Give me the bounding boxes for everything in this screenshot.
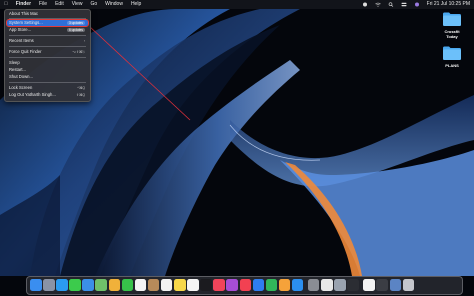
menu-item-system-settings[interactable]: System Settings... 3 updates (6, 19, 89, 27)
menu-item-lock-screen[interactable]: Lock Screen ^⌘Q (7, 85, 88, 91)
mail-icon[interactable] (82, 279, 94, 291)
updates-badge: 3 updates (66, 21, 85, 25)
menu-help[interactable]: Help (131, 0, 141, 9)
apple-menu-button[interactable]:  (4, 0, 8, 9)
photos-icon[interactable] (108, 279, 121, 291)
siri-icon[interactable] (414, 2, 420, 7)
activity-monitor-icon[interactable] (347, 279, 359, 291)
shortcut-label: ⌥⇧⌘⎋ (72, 50, 85, 54)
contacts-icon[interactable] (147, 279, 160, 291)
menu-item-sleep[interactable]: Sleep (7, 60, 88, 66)
folder-label: PLANS (445, 63, 459, 68)
document-icon[interactable] (363, 279, 375, 291)
music-icon[interactable] (213, 279, 225, 291)
menu-item-restart[interactable]: Restart... (7, 67, 88, 73)
notes-icon[interactable] (174, 279, 186, 291)
shortcut-label: ^⌘Q (77, 86, 85, 90)
dock (26, 276, 463, 295)
folder-icon (443, 46, 461, 60)
menu-item-app-store[interactable]: App Store... 6 updates (7, 27, 88, 33)
record-icon[interactable] (362, 2, 368, 7)
menu-item-shut-down[interactable]: Shut Down... (7, 74, 88, 80)
menu-item-force-quit[interactable]: Force Quit Finder ⌥⇧⌘⎋ (7, 49, 88, 55)
freeform-icon[interactable] (187, 279, 199, 291)
podcasts-icon[interactable] (226, 279, 238, 291)
finder-icon[interactable] (30, 279, 42, 291)
safari-icon[interactable] (56, 279, 68, 291)
reminders-icon[interactable] (160, 279, 173, 291)
chevron-right-icon: › (83, 39, 85, 43)
news-icon[interactable] (239, 279, 251, 291)
updates-badge: 6 updates (66, 28, 85, 32)
messages-icon[interactable] (69, 279, 81, 291)
folder-label: Crossfit Today (444, 29, 460, 39)
menu-window[interactable]: Window (105, 0, 123, 9)
menu-item-log-out[interactable]: Log Out Yatharth Singh... ⇧⌘Q (7, 92, 88, 98)
screenshot-icon[interactable] (376, 279, 388, 291)
maps-icon[interactable] (95, 279, 107, 291)
tv-icon[interactable] (200, 279, 212, 291)
menu-bar-clock[interactable]: Fri 21 Jul 10:25 PM (427, 0, 470, 9)
calendar-icon[interactable] (134, 279, 147, 291)
wifi-icon[interactable] (374, 2, 381, 7)
system-settings-icon[interactable] (307, 279, 320, 291)
menu-item-recent-items[interactable]: Recent Items › (7, 38, 88, 44)
trash-icon[interactable] (402, 279, 415, 291)
app-store-icon[interactable] (291, 279, 304, 291)
menu-item-about-this-mac[interactable]: About This Mac (7, 11, 88, 17)
menu-file[interactable]: File (39, 0, 47, 9)
folder-icon (443, 12, 461, 26)
menu-edit[interactable]: Edit (55, 0, 64, 9)
numbers-icon[interactable] (265, 279, 278, 291)
chrome-icon[interactable] (321, 279, 333, 291)
preview-icon[interactable] (334, 279, 346, 291)
control-center-icon[interactable] (401, 2, 407, 7)
desktop-folder-plans[interactable]: PLANS (440, 46, 464, 68)
menu-finder[interactable]: Finder (16, 0, 31, 9)
apple-menu: About This Mac System Settings... 3 upda… (4, 9, 91, 102)
keynote-icon[interactable] (252, 279, 265, 291)
launchpad-icon[interactable] (43, 279, 55, 291)
pages-icon[interactable] (278, 279, 291, 291)
facetime-icon[interactable] (121, 279, 134, 291)
finder-window-icon[interactable] (389, 279, 402, 291)
menu-go[interactable]: Go (90, 0, 97, 9)
search-icon[interactable] (388, 2, 394, 7)
shortcut-label: ⇧⌘Q (76, 93, 85, 97)
menu-view[interactable]: View (72, 0, 83, 9)
menu-bar:  Finder File Edit View Go Window Help F… (0, 0, 474, 9)
desktop-folder-crossfit-today[interactable]: Crossfit Today (440, 12, 464, 39)
